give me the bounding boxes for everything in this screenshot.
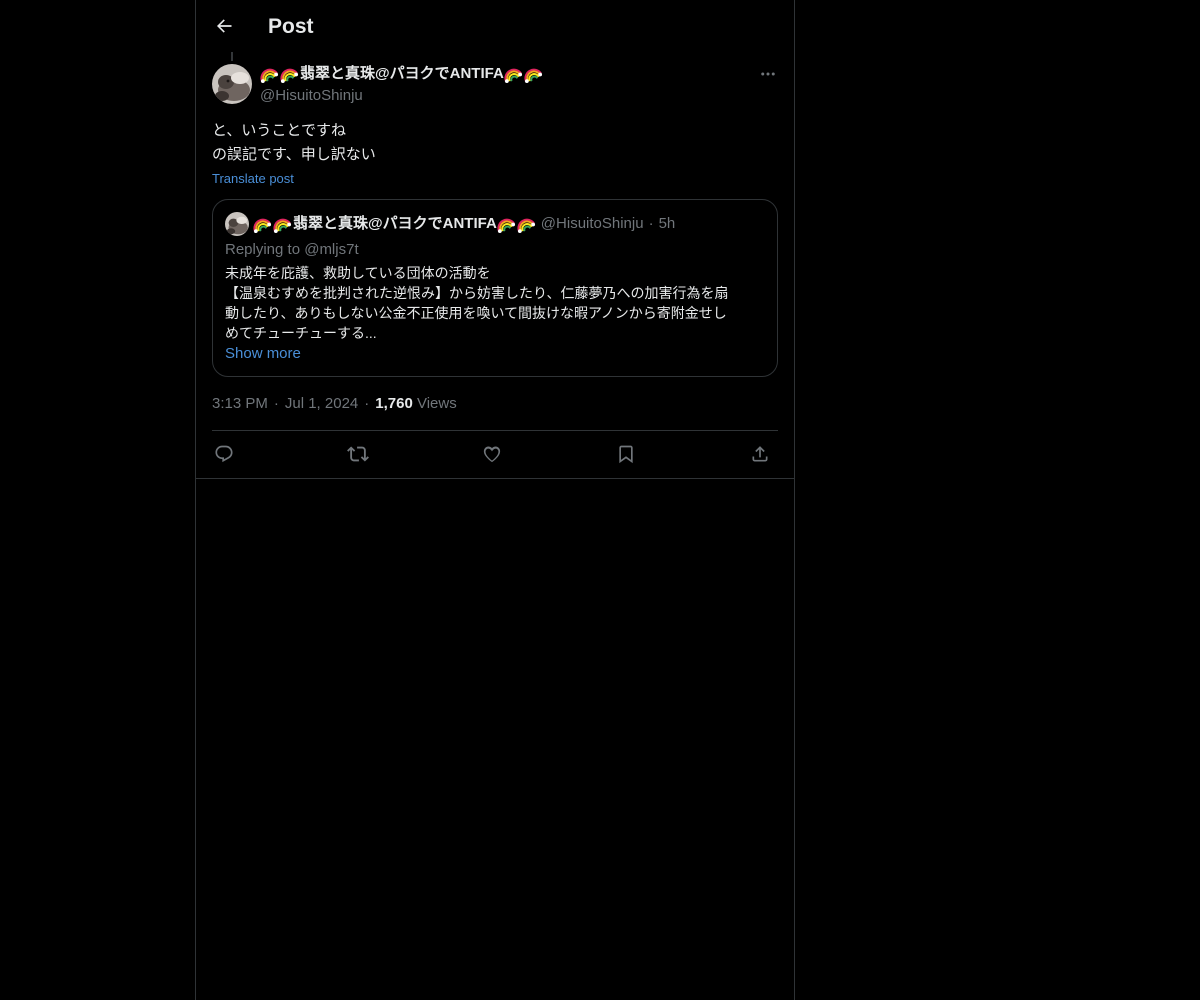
author-name-text: 翡翠と真珠@パヨクでANTIFA [300, 65, 504, 82]
arrow-left-icon [217, 19, 232, 33]
author-handle[interactable]: @HisuitoShinju [260, 86, 363, 106]
page-title: Post [268, 15, 314, 38]
quoted-text-line: 【温泉むすめを批判された逆恨み】から妨害したり、仁藤夢乃への加害行為を扇 [225, 285, 729, 301]
quoted-author-avatar [225, 212, 249, 236]
thread-connector-line [231, 52, 233, 61]
action-bar [212, 442, 778, 466]
quoted-post-time: 5h [658, 215, 676, 232]
divider [212, 430, 778, 431]
quoted-text-line: 未成年を庇護、救助している団体の活動を [225, 265, 491, 281]
views-count: 1,760 [375, 395, 413, 412]
quoted-author-name-text: 翡翠と真珠@パヨクでANTIFA [293, 215, 497, 232]
separator-dot: · [273, 395, 279, 412]
divider [196, 478, 794, 479]
post-text-line: の誤記です、申し訳ない [212, 146, 376, 163]
post-text-line: と、いうことですね [212, 122, 346, 139]
separator-dot: · [364, 395, 370, 412]
rainbow-emoji-icon [504, 68, 522, 83]
rainbow-emoji-icon [260, 68, 279, 83]
views-label: Views [416, 395, 457, 412]
quoted-text-line: めてチューチューする... [225, 325, 377, 341]
quoted-post-text: 未成年を庇護、救助している団体の活動を 【温泉むすめを批判された逆恨み】から妨害… [225, 263, 770, 343]
more-horizontal-icon [761, 72, 775, 76]
repost-icon [347, 446, 369, 462]
post-metadata: 3:13 PM · Jul 1, 2024 · 1,760 Views [212, 394, 457, 414]
back-button[interactable] [212, 14, 236, 38]
rainbow-emoji-icon [524, 68, 542, 83]
repost-button[interactable] [346, 442, 370, 466]
like-button[interactable] [480, 442, 504, 466]
bookmark-button[interactable] [614, 442, 638, 466]
quoted-text-line: 動したり、ありもしない公金不正使用を喚いて間抜けな暇アノンから寄附金せし [225, 305, 727, 321]
post-date[interactable]: Jul 1, 2024 [285, 395, 358, 412]
replying-to-label: Replying to @mljs7t [225, 241, 359, 258]
avatar-image [212, 64, 252, 104]
rainbow-emoji-icon [280, 68, 299, 83]
quoted-post[interactable]: 翡翠と真珠@パヨクでANTIFA @HisuitoShinju · 5h Rep… [212, 199, 778, 377]
rainbow-emoji-icon [517, 218, 535, 233]
separator-dot: · [648, 215, 654, 232]
quoted-post-header: 翡翠と真珠@パヨクでANTIFA @HisuitoShinju · 5h [253, 214, 675, 234]
author-avatar[interactable] [212, 64, 252, 104]
avatar-image [225, 212, 249, 236]
bookmark-icon [619, 445, 633, 464]
show-more-link[interactable]: Show more [225, 344, 301, 364]
more-options-button[interactable] [758, 64, 778, 84]
rainbow-emoji-icon [253, 218, 272, 233]
reply-button[interactable] [212, 442, 236, 466]
rainbow-emoji-icon [497, 218, 515, 233]
quoted-author-name: 翡翠と真珠@パヨクでANTIFA [253, 214, 537, 234]
heart-icon [483, 446, 501, 463]
translate-post-link[interactable]: Translate post [212, 170, 294, 188]
post-text: と、いうことですね の誤記です、申し訳ない [212, 119, 772, 167]
post-header: Post [196, 0, 794, 53]
quoted-author-handle: @HisuitoShinju [540, 215, 644, 232]
post-time[interactable]: 3:13 PM [212, 395, 268, 412]
rainbow-emoji-icon [273, 218, 292, 233]
post-detail-column: Post 翡翠と真珠@パヨクでANTIFA @HisuitoShinju と、い… [195, 0, 795, 1000]
reply-icon [215, 445, 233, 463]
author-name[interactable]: 翡翠と真珠@パヨクでANTIFA [260, 64, 544, 84]
share-button[interactable] [748, 442, 772, 466]
share-icon [752, 446, 768, 462]
